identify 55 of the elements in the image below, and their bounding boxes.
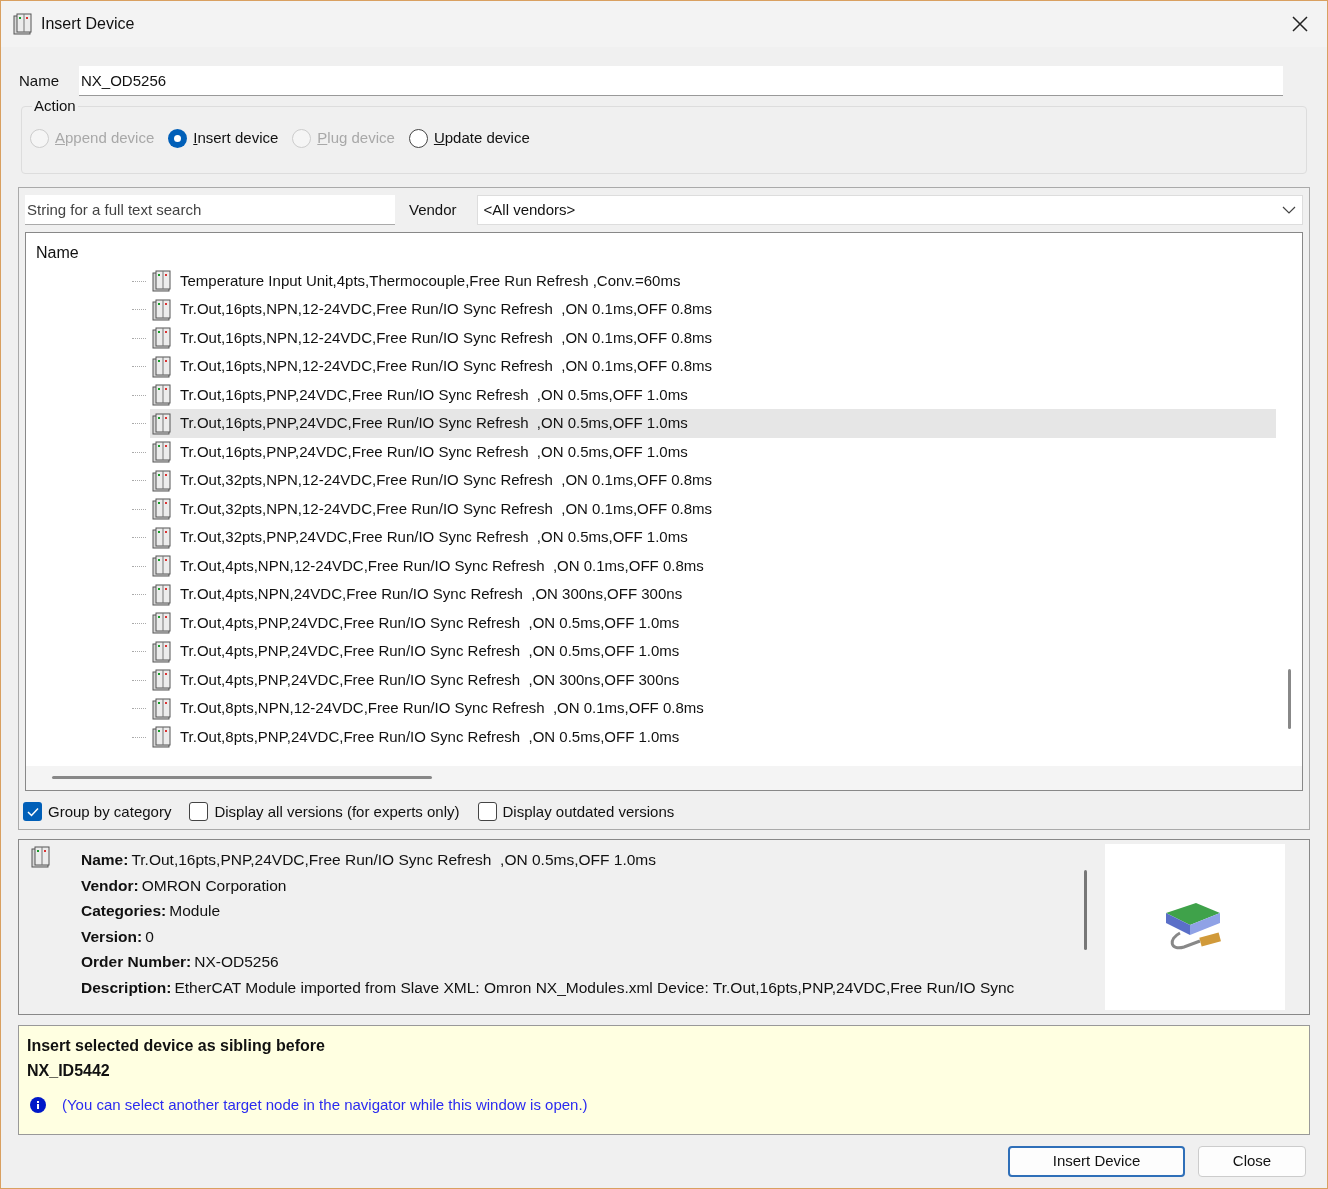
detail-label: Version: (81, 926, 143, 947)
detail-value: Module (169, 901, 221, 921)
scrollbar-thumb[interactable] (1083, 870, 1087, 950)
detail-value: 0 (145, 926, 154, 947)
checkmark-icon (26, 806, 39, 817)
device-icon (152, 412, 172, 435)
detail-label: Order Number: (81, 952, 192, 972)
detail-value: NX-OD5256 (194, 952, 279, 972)
name-label: Name (19, 70, 59, 91)
device-icon (152, 612, 172, 635)
detail-label: Categories: (81, 901, 167, 921)
radio-button[interactable]: Update device (408, 127, 530, 150)
window-title: Insert Device (41, 14, 135, 34)
horizontal-scrollbar-thumb[interactable] (52, 776, 432, 779)
vendor-label: Vendor (409, 199, 457, 220)
detail-value: Tr.Out,16pts,PNP,24VDC,Free Run/IO Sync Refresh ,ON 0.5ms,OFF 1.0ms (131, 850, 656, 870)
device-icon (152, 298, 172, 321)
device-icon (152, 697, 172, 720)
device-icon (152, 384, 172, 407)
info-icon (30, 1097, 46, 1114)
info-title: Insert selected device as sibling before (27, 1036, 326, 1056)
device-icon (152, 526, 172, 549)
checkbox[interactable]: Group by category (23, 800, 172, 823)
checkbox[interactable]: Display all versions (for experts only) (189, 800, 460, 823)
name-field[interactable]: NX_OD5256 (79, 66, 1283, 96)
detail-value: OMRON Corporation (141, 875, 287, 896)
column-header: Name (35, 242, 80, 263)
device-icon (152, 726, 172, 749)
device-icon (152, 555, 172, 578)
close-button[interactable]: Close (1198, 1146, 1306, 1177)
device-icon (152, 270, 172, 293)
device-icon (152, 327, 172, 350)
search-field[interactable]: String for a full text search (25, 194, 395, 225)
detail-label: Vendor: (81, 875, 139, 896)
device-icon (152, 469, 172, 492)
scrollbar-thumb[interactable] (1287, 668, 1291, 729)
insert-device-button[interactable]: Insert Device (1008, 1146, 1185, 1177)
checkbox[interactable]: Display outdated versions (477, 800, 675, 823)
device-icon (152, 355, 172, 378)
window-icon (13, 13, 33, 35)
device-icon (152, 583, 172, 606)
target-node-name: NX_ID5442 (27, 1061, 111, 1081)
device-icon (31, 846, 51, 868)
device-icon (152, 498, 172, 521)
info-hint: (You can select another target node in the navigator while this window is open.) (62, 1095, 588, 1115)
device-icon (152, 441, 172, 464)
radio-button[interactable]: Insert device (168, 127, 279, 150)
chevron-down-icon (1282, 205, 1296, 214)
device-icon (152, 669, 172, 692)
tree-item[interactable]: Tr.Out,16pts,PNP,24VDC,Free Run/IO Sync Refresh ,ON 0.5ms,OFF 1.0ms (150, 409, 1276, 438)
vendor-dropdown[interactable]: <All vendors> (476, 194, 1303, 225)
device-icon (152, 640, 172, 663)
detail-value: EtherCAT Module imported from Slave XML: Omron NX_Modules.xml Device: Tr.Out,16pts,PNP,24VDC,Free Run/IO Sync (174, 977, 1015, 998)
detail-label: Name: (81, 850, 129, 870)
detail-label: Description: (81, 977, 172, 998)
